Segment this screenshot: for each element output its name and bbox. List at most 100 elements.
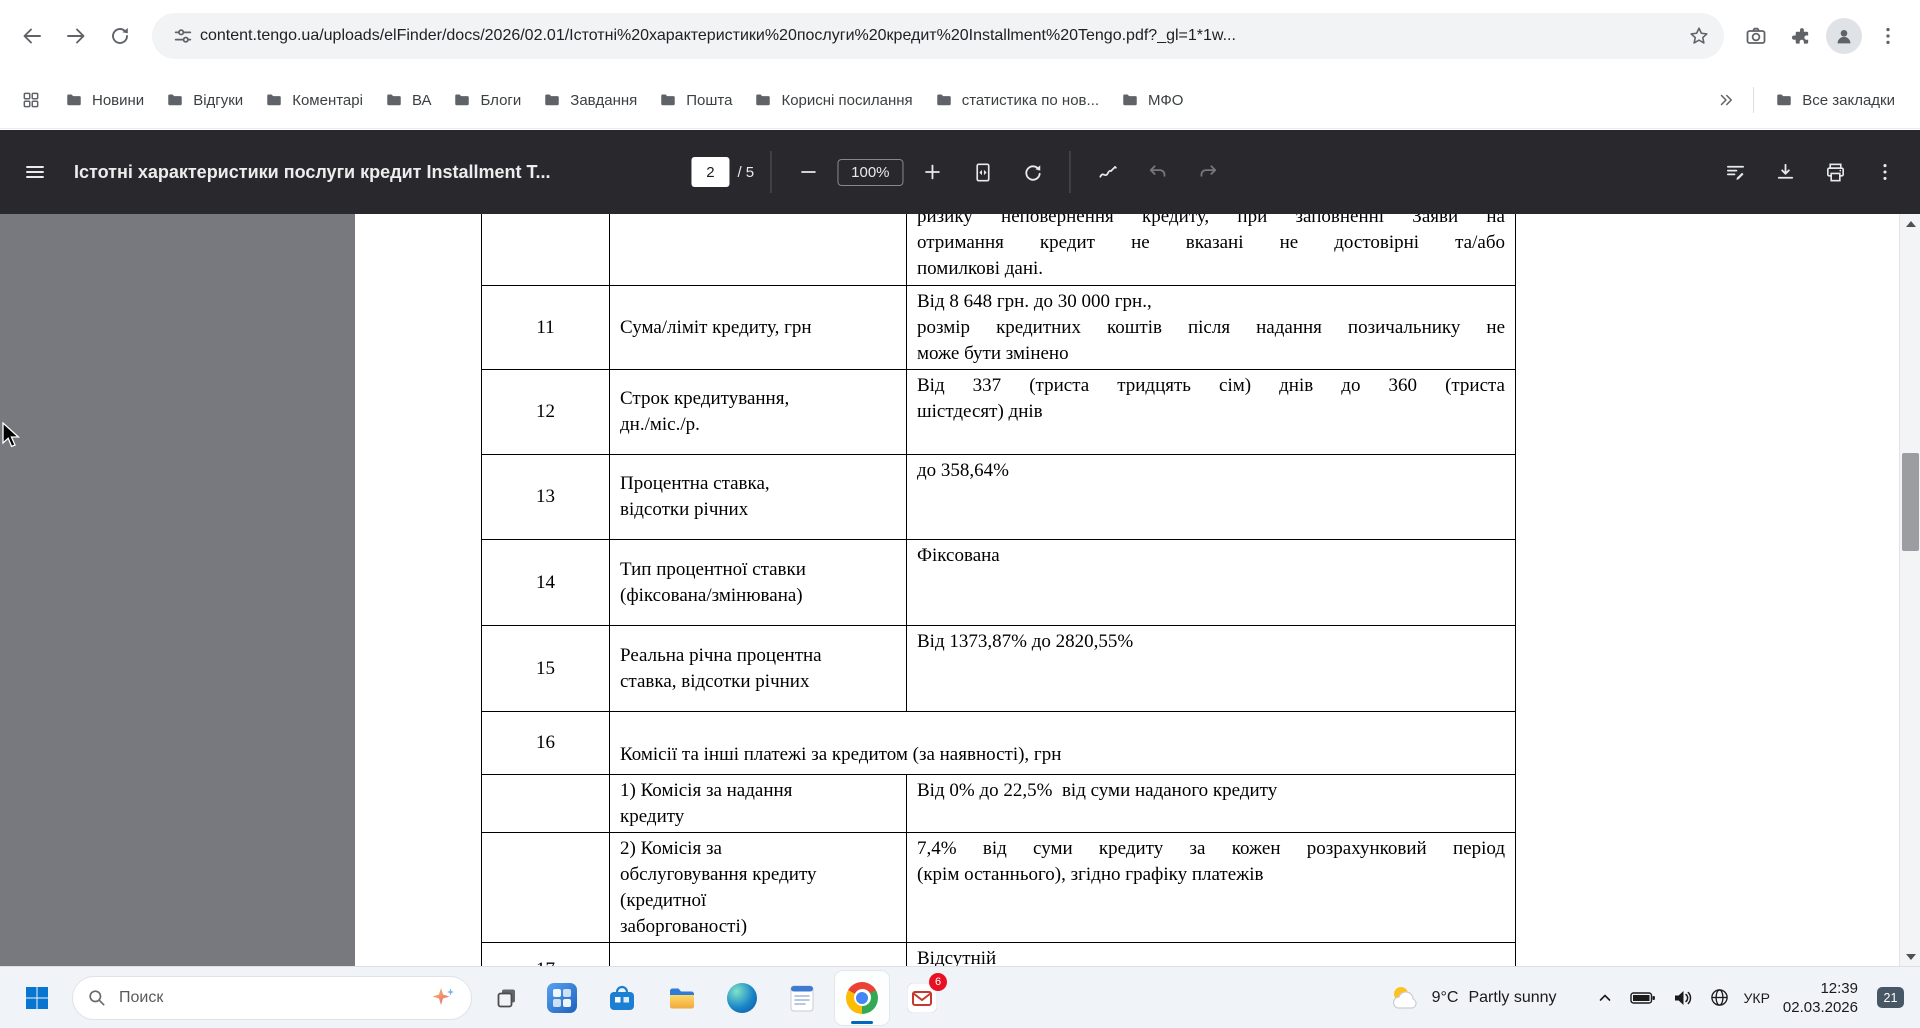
vertical-scrollbar[interactable] [1899, 214, 1920, 966]
bookmark-item[interactable]: Пошта [648, 84, 743, 116]
weather-widget[interactable]: 9°C Partly sunny [1376, 977, 1569, 1019]
reload-icon [112, 28, 128, 44]
task-view-button[interactable] [482, 973, 532, 1023]
camera-screenshot-button[interactable] [1734, 14, 1778, 58]
start-button[interactable] [12, 973, 62, 1023]
scrollbar-thumb[interactable] [1902, 453, 1919, 551]
taskbar-search[interactable]: Поиск [72, 975, 472, 1020]
profile-button[interactable] [1822, 14, 1866, 58]
bookmark-star-icon[interactable] [1682, 19, 1716, 53]
date-text: 02.03.2026 [1782, 998, 1858, 1016]
address-bar[interactable]: content.tengo.ua/uploads/elFinder/docs/2… [152, 13, 1724, 59]
taskbar-file-explorer-app[interactable] [655, 971, 709, 1025]
table-text-line: розмір кредитних коштів після надання по… [917, 317, 1505, 338]
table-text-line: (кредитної [620, 890, 707, 911]
extensions-button[interactable] [1778, 14, 1822, 58]
table-row: 12 Строк кредитування, дн./міс./р. Від 3… [481, 369, 1516, 455]
back-button[interactable] [10, 14, 54, 58]
scroll-down-arrow[interactable] [1900, 947, 1920, 966]
bookmark-item[interactable]: ВА [374, 84, 443, 116]
zoom-out-button[interactable] [787, 151, 829, 193]
bookmark-label: Корисні посилання [781, 91, 913, 109]
volume-button[interactable] [1671, 987, 1695, 1009]
table-text-line: отримання кредит не вказані не достовірн… [917, 232, 1505, 253]
system-tray: УКР 12:39 02.03.2026 21 [1595, 979, 1908, 1017]
bookmark-label: ВА [411, 91, 432, 109]
language-indicator[interactable]: УКР [1744, 990, 1770, 1006]
bookmark-item[interactable]: Корисні посилання [743, 84, 923, 116]
windows-logo-icon [26, 986, 48, 1009]
microsoft-store-icon [610, 985, 634, 1010]
table-cell-value: Від 337 (триста тридцять сім) днів до 36… [906, 369, 1516, 455]
reload-button[interactable] [98, 14, 142, 58]
page-count: / 5 [737, 163, 755, 181]
chevron-up-icon [1599, 993, 1610, 1001]
zoom-in-button[interactable] [912, 151, 954, 193]
scroll-up-arrow[interactable] [1900, 214, 1920, 233]
taskbar-notepad-app[interactable] [775, 971, 829, 1025]
table-cell-number: 11 [481, 285, 610, 370]
browser-toolbar: content.tengo.ua/uploads/elFinder/docs/2… [0, 0, 1920, 72]
bookmark-item[interactable]: Новини [54, 84, 155, 116]
search-placeholder: Поиск [119, 988, 164, 1006]
folder-icon [455, 94, 470, 106]
browser-menu-button[interactable] [1866, 14, 1910, 58]
notepad-icon [790, 985, 814, 1011]
bookmark-item[interactable]: статистика по нов... [924, 84, 1110, 116]
rotate-icon [1024, 164, 1041, 181]
taskbar-store-app[interactable] [595, 971, 649, 1025]
print-button[interactable] [1814, 151, 1856, 193]
all-bookmarks-button[interactable]: Все закладки [1764, 84, 1906, 116]
bookmarks-overflow-icon[interactable] [1709, 83, 1743, 117]
table-text-line: Від 337 (триста тридцять сім) днів до 36… [917, 375, 1505, 396]
redo-button[interactable] [1187, 151, 1229, 193]
taskbar-widgets-app[interactable] [535, 971, 589, 1025]
bookmark-label: Завдання [570, 91, 638, 109]
notification-count-badge[interactable]: 21 [1877, 987, 1904, 1008]
pdf-menu-button[interactable] [14, 151, 56, 193]
pdf-more-button[interactable] [1864, 151, 1906, 193]
hidden-icons-button[interactable] [1595, 988, 1615, 1008]
table-text-line: до 358,64% [917, 460, 1009, 481]
pdf-toolbar: Істотні характеристики послуги кредит In… [0, 130, 1920, 214]
network-button[interactable] [1708, 986, 1731, 1009]
search-icon [89, 989, 105, 1005]
table-row: 15 Реальна річна процентна ставка, відсо… [481, 625, 1516, 712]
download-icon [1777, 163, 1793, 179]
zoom-level-input[interactable]: 100% [837, 158, 904, 186]
fit-page-button[interactable] [962, 151, 1004, 193]
table-row: 2) Комісія за обслуговування кредиту (кр… [481, 832, 1516, 943]
table-text-line: Відсутній [917, 948, 997, 966]
undo-button[interactable] [1137, 151, 1179, 193]
bookmark-item[interactable]: Завдання [532, 84, 648, 116]
table-text-line: (крім останнього), згідно графіку платеж… [917, 864, 1264, 885]
taskbar-chrome-app[interactable] [835, 970, 889, 1025]
weather-condition: Partly sunny [1468, 988, 1557, 1006]
forward-button[interactable] [54, 14, 98, 58]
table-cell-value: ризику неповернення кредиту, при заповне… [906, 214, 1516, 286]
pdf-viewport: ризику неповернення кредиту, при заповне… [0, 214, 1920, 966]
bookmark-item[interactable]: Коментарі [254, 84, 374, 116]
table-text-line: Від 8 648 грн. до 30 000 грн., [917, 291, 1152, 312]
battery-button[interactable] [1628, 987, 1658, 1009]
clock-widget[interactable]: 12:39 02.03.2026 [1783, 979, 1858, 1017]
bookmark-label: Відгуки [193, 91, 244, 109]
all-bookmarks-label: Все закладки [1802, 91, 1895, 109]
site-info-icon[interactable] [166, 19, 200, 53]
download-button[interactable] [1764, 151, 1806, 193]
bookmark-item[interactable]: Блоги [442, 84, 532, 116]
redo-icon [1200, 164, 1216, 177]
bookmark-label: Пошта [686, 91, 733, 109]
page-number-input[interactable]: 2 [691, 157, 730, 187]
table-cell-value: Від 0% до 22,5% від суми наданого кредит… [906, 774, 1516, 833]
apps-grid-icon[interactable] [14, 83, 48, 117]
folder-icon [267, 94, 281, 106]
bookmark-label: Коментарі [292, 91, 363, 109]
rotate-button[interactable] [1012, 151, 1054, 193]
draw-annotate-button[interactable] [1087, 151, 1129, 193]
annotate-text-button[interactable] [1714, 151, 1756, 193]
taskbar-edge-app[interactable] [715, 971, 769, 1025]
bookmark-item[interactable]: МФО [1110, 84, 1194, 116]
bookmark-item[interactable]: Відгуки [155, 84, 254, 116]
taskbar-messenger-app[interactable]: 6 [895, 971, 949, 1025]
